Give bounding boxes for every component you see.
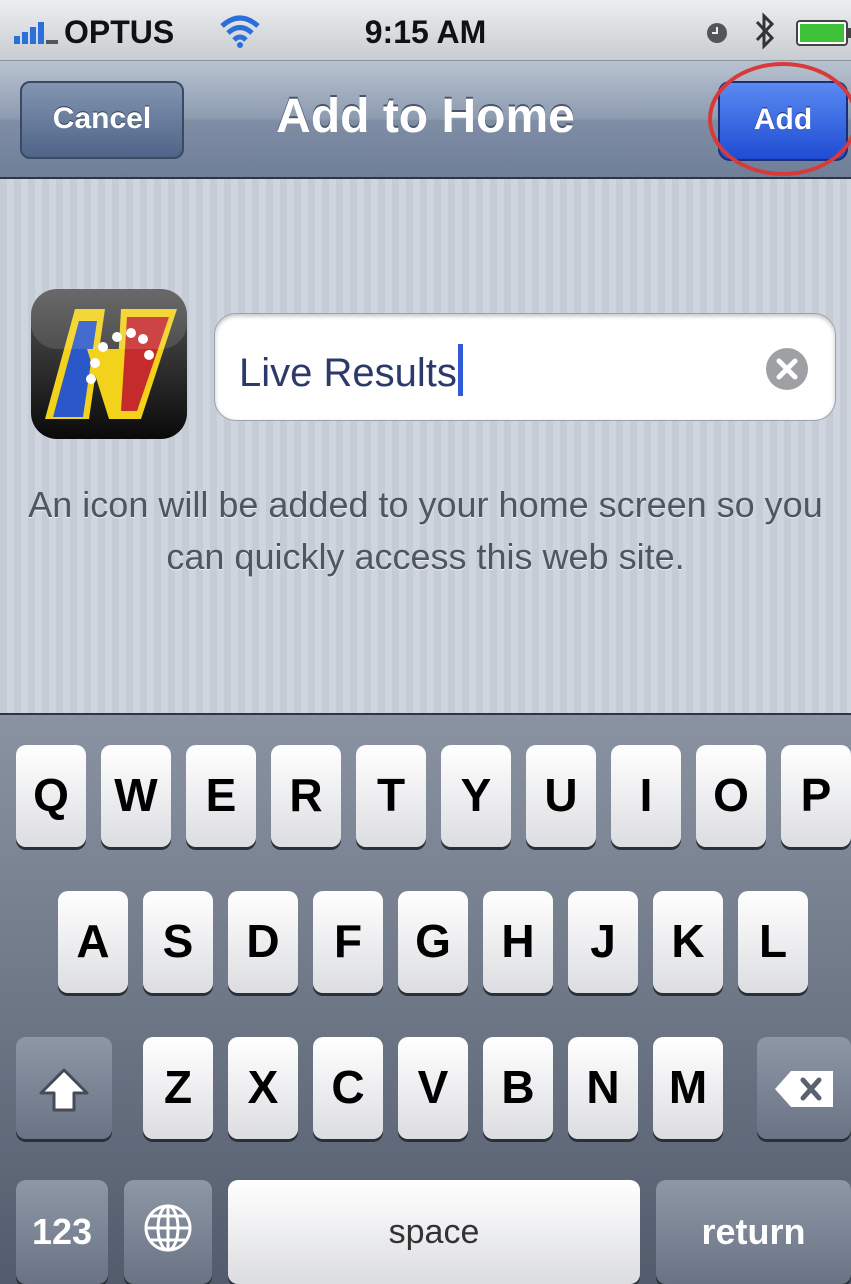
on-screen-keyboard: Q W E R T Y U I O P A S D F G H J K L Z … — [0, 713, 851, 1284]
shift-key[interactable] — [16, 1037, 112, 1139]
bluetooth-icon — [755, 12, 775, 50]
key-m[interactable]: M — [653, 1037, 723, 1139]
key-z[interactable]: Z — [143, 1037, 213, 1139]
add-button-highlight-circle — [708, 62, 851, 176]
app-icon — [31, 289, 187, 439]
return-key[interactable]: return — [656, 1180, 851, 1284]
numbers-key[interactable]: 123 — [16, 1180, 108, 1284]
key-i[interactable]: I — [611, 745, 681, 847]
key-j[interactable]: J — [568, 891, 638, 993]
key-e[interactable]: E — [186, 745, 256, 847]
key-a[interactable]: A — [58, 891, 128, 993]
key-k[interactable]: K — [653, 891, 723, 993]
key-y[interactable]: Y — [441, 745, 511, 847]
name-input-value: Live Results — [239, 351, 457, 395]
status-bar: OPTUS 9:15 AM — [0, 0, 851, 61]
key-x[interactable]: X — [228, 1037, 298, 1139]
key-r[interactable]: R — [271, 745, 341, 847]
key-n[interactable]: N — [568, 1037, 638, 1139]
battery-icon — [796, 20, 851, 46]
key-o[interactable]: O — [696, 745, 766, 847]
clear-text-icon[interactable] — [765, 347, 809, 391]
shift-arrow-icon — [39, 1068, 89, 1112]
key-h[interactable]: H — [483, 891, 553, 993]
key-t[interactable]: T — [356, 745, 426, 847]
key-v[interactable]: V — [398, 1037, 468, 1139]
key-w[interactable]: W — [101, 745, 171, 847]
key-g[interactable]: G — [398, 891, 468, 993]
key-b[interactable]: B — [483, 1037, 553, 1139]
backspace-icon — [775, 1071, 833, 1107]
key-d[interactable]: D — [228, 891, 298, 993]
key-u[interactable]: U — [526, 745, 596, 847]
bookmark-name-input[interactable]: Live Results — [214, 313, 836, 421]
key-s[interactable]: S — [143, 891, 213, 993]
key-p[interactable]: P — [781, 745, 851, 847]
space-key[interactable]: space — [228, 1180, 640, 1284]
add-to-home-form: Live Results An icon will be added to yo… — [0, 179, 851, 713]
key-f[interactable]: F — [313, 891, 383, 993]
clock-icon — [707, 23, 727, 43]
key-l[interactable]: L — [738, 891, 808, 993]
key-q[interactable]: Q — [16, 745, 86, 847]
text-cursor — [457, 344, 463, 396]
globe-icon — [144, 1204, 192, 1252]
globe-key[interactable] — [124, 1180, 212, 1284]
hint-text: An icon will be added to your home scree… — [28, 484, 823, 577]
delete-key[interactable] — [757, 1037, 851, 1139]
key-c[interactable]: C — [313, 1037, 383, 1139]
